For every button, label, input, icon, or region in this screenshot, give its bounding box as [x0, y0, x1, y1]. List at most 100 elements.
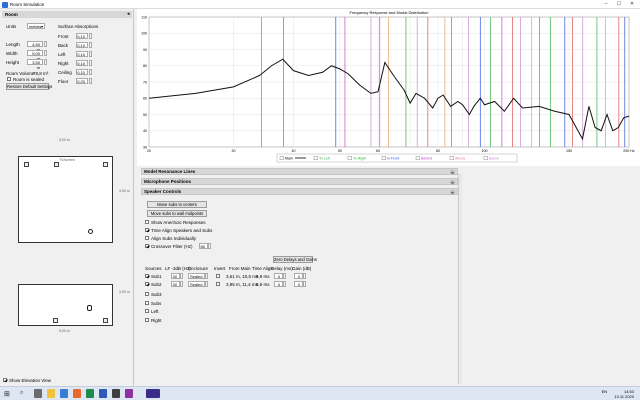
column-header: Sources [145, 266, 162, 271]
lf-spinner[interactable] [180, 281, 183, 287]
collapse-icon[interactable]: ◂ [127, 11, 130, 17]
source-checkbox[interactable] [145, 274, 149, 278]
source-checkbox[interactable] [145, 300, 149, 305]
source-checkbox[interactable] [145, 292, 149, 296]
center-speaker-marker[interactable] [54, 162, 59, 167]
x-tick-label: 30 [232, 149, 236, 153]
file-explorer-icon[interactable] [47, 389, 55, 398]
firefox-icon[interactable] [73, 389, 81, 398]
crossover-spinner[interactable] [208, 243, 211, 249]
source-checkbox[interactable] [145, 317, 149, 322]
column-header: Invert [214, 266, 226, 271]
speaker-controls-section[interactable]: Speaker Controls « [141, 188, 458, 195]
room-elevation-view[interactable] [18, 284, 113, 326]
room-simulation-taskbar-icon[interactable] [146, 389, 160, 398]
delay-input[interactable]: 0 [274, 273, 283, 279]
align-subs-checkbox[interactable] [145, 236, 149, 240]
minimize-button[interactable]: – [600, 1, 612, 8]
room-plan-view[interactable]: TV/screen [18, 156, 113, 243]
legend-label: To Right [353, 156, 366, 160]
surface-spinner[interactable] [89, 78, 92, 84]
invert-checkbox[interactable] [216, 274, 220, 278]
elevation-listener-marker[interactable] [87, 305, 92, 311]
gain-input[interactable]: 0 [294, 281, 303, 287]
move-subs-center-button[interactable]: Move subs to centers [147, 201, 207, 208]
modal-resonance-section[interactable]: Model Resonance Lines » [141, 168, 458, 175]
invert-checkbox[interactable] [216, 282, 220, 286]
collapse-icon: » [450, 179, 455, 185]
gain-spinner[interactable] [303, 281, 306, 287]
surface-spinner[interactable] [89, 51, 92, 57]
units-select[interactable]: metres ▾ [27, 23, 45, 29]
time-align-checkbox[interactable] [145, 228, 149, 232]
close-button[interactable]: ✕ [626, 1, 638, 8]
surface-input[interactable]: 0,10 [76, 51, 88, 57]
crossover-checkbox[interactable] [145, 244, 149, 248]
front-right-speaker-marker[interactable] [103, 162, 108, 167]
width-input[interactable]: 5,00 m [27, 50, 43, 61]
terminal-icon[interactable] [112, 389, 120, 398]
surface-spinner[interactable] [89, 42, 92, 48]
front-left-speaker-marker[interactable] [24, 162, 29, 167]
zero-delays-gains-button[interactable]: Zero Delays and Gains [273, 256, 317, 263]
vertical-scrollbar[interactable] [458, 174, 462, 384]
chevron-down-icon[interactable] [205, 281, 208, 287]
system-tray: EN 14:53 13.11.2020 [602, 389, 634, 399]
language-indicator[interactable]: EN [602, 389, 608, 394]
maximize-button[interactable]: ☐ [613, 1, 625, 8]
gain-input[interactable]: 0 [294, 273, 303, 279]
surface-spinner[interactable] [89, 69, 92, 75]
height-spinner[interactable] [44, 59, 47, 65]
task-view-icon[interactable] [34, 389, 42, 398]
source-checkbox[interactable] [145, 282, 149, 286]
app-icon-purple[interactable] [125, 389, 133, 398]
surface-label: Floor [58, 79, 69, 84]
microphone-positions-section[interactable]: Microphone Positions » [141, 178, 458, 185]
elevation-sub1-marker[interactable] [53, 318, 58, 323]
show-elevation-checkbox[interactable] [3, 378, 7, 382]
height-input[interactable]: 3,50 m [27, 59, 43, 70]
clock-date[interactable]: 13.11.2020 [614, 394, 634, 399]
length-spinner[interactable] [44, 41, 47, 47]
width-spinner[interactable] [44, 50, 47, 56]
windows-start-icon[interactable]: ⊞ [4, 390, 10, 398]
room-sealed-checkbox[interactable] [7, 77, 11, 81]
width-label: Width [6, 51, 18, 56]
excel-icon[interactable] [86, 389, 94, 398]
elevation-sub2-marker[interactable] [103, 318, 108, 323]
edge-icon[interactable] [60, 389, 68, 398]
chevron-down-icon[interactable] [205, 273, 208, 279]
enclosure-select[interactable]: Sealed [188, 281, 205, 287]
restore-defaults-button[interactable]: Restore Default Settings [6, 83, 52, 90]
word-icon[interactable] [99, 389, 107, 398]
source-name: Left [151, 309, 159, 314]
search-icon[interactable]: ⌕ [20, 390, 23, 397]
surface-spinner[interactable] [89, 60, 92, 66]
source-checkbox[interactable] [145, 309, 149, 313]
delay-input[interactable]: 0 [274, 281, 283, 287]
move-subs-midpoints-button[interactable]: Move subs to wall midpoints [147, 210, 207, 217]
surface-input[interactable]: 0,10 [76, 60, 88, 66]
room-sealed-label: Room is sealed [13, 77, 45, 82]
crossover-input[interactable]: 80 [199, 243, 208, 249]
chart-title: Frequency Response and Modal Distributio… [350, 10, 429, 15]
surface-input[interactable]: 0,10 [76, 42, 88, 48]
gain-spinner[interactable] [303, 273, 306, 279]
enclosure-select[interactable]: Sealed [188, 273, 205, 279]
anechoic-checkbox[interactable] [145, 220, 149, 224]
lf-input[interactable]: 30 [171, 281, 180, 287]
lf-spinner[interactable] [180, 273, 183, 279]
listener-position-marker[interactable] [88, 229, 93, 234]
surface-input[interactable]: 0,10 [76, 33, 88, 39]
room-section-header[interactable]: Room [2, 11, 132, 18]
length-input[interactable]: 4,50 m [27, 41, 43, 52]
surface-input[interactable]: 0,20 [76, 78, 88, 84]
delay-spinner[interactable] [283, 273, 286, 279]
frequency-response-chart[interactable]: Frequency Response and Modal Distributio… [137, 9, 640, 166]
source-name: Right [151, 317, 162, 323]
surface-spinner[interactable] [89, 33, 92, 39]
crossover-label: Crossover Filter (Hz) [151, 244, 193, 249]
lf-input[interactable]: 30 [171, 273, 180, 279]
surface-input[interactable]: 0,10 [76, 69, 88, 75]
delay-spinner[interactable] [283, 281, 286, 287]
